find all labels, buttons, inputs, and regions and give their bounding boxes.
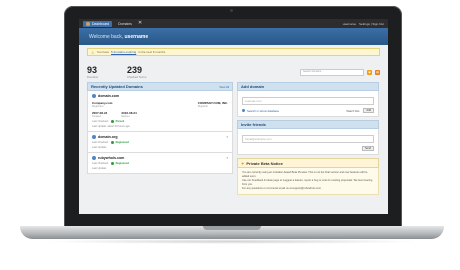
domain-name[interactable]: rubywhois.com bbox=[98, 156, 124, 160]
add-domain-title: Add domain bbox=[237, 82, 379, 91]
nav-dashboard[interactable]: Dashboard bbox=[83, 20, 113, 27]
domain-name[interactable]: domain.com bbox=[98, 94, 119, 98]
top-nav: Dashboard Domains ✕ username Settings | … bbox=[79, 19, 388, 28]
invite-form: friend@example.com Send bbox=[237, 129, 379, 155]
chevron-down-icon[interactable]: ▾ bbox=[226, 156, 228, 160]
user-icon bbox=[86, 21, 90, 26]
view-all-link[interactable]: View All bbox=[219, 85, 229, 89]
status-badge: Registered bbox=[115, 162, 129, 165]
search-input[interactable]: Search domains... bbox=[300, 69, 364, 76]
welcome-header: Welcome back, username bbox=[79, 28, 388, 45]
settings-signout-links[interactable]: Settings | Sign Out bbox=[359, 22, 384, 26]
status-icon bbox=[110, 120, 114, 123]
domain-card: domain.org ▾ Last Checked: Registered La… bbox=[87, 132, 233, 153]
app-screen: Dashboard Domains ✕ username Settings | … bbox=[79, 19, 388, 214]
beta-notice-header: ✦ Private Beta Notice bbox=[237, 158, 379, 168]
account-links: username Settings | Sign Out bbox=[343, 22, 384, 26]
laptop-shadow bbox=[40, 239, 424, 244]
globe-icon bbox=[92, 94, 96, 98]
warning-icon: ⚠ bbox=[91, 49, 95, 55]
nav-domains[interactable]: Domains bbox=[118, 22, 132, 26]
domain-card: domain.com Company.com Registrant COMPANY… bbox=[87, 91, 233, 132]
watch-checkbox[interactable]: Watch this bbox=[346, 109, 359, 113]
export-icon[interactable]: ▤ bbox=[375, 70, 380, 75]
add-button[interactable]: Add bbox=[363, 108, 374, 113]
status-badge: Parsed bbox=[115, 120, 125, 123]
domain-input[interactable]: example.com bbox=[242, 97, 374, 105]
status-icon bbox=[110, 141, 114, 144]
recent-domains-panel: Recently Updated Domains View All domain… bbox=[87, 82, 233, 195]
rss-icon[interactable]: ◉ bbox=[367, 70, 372, 75]
globe-icon bbox=[92, 156, 96, 160]
send-button[interactable]: Send bbox=[361, 146, 374, 151]
beta-notice: You are currently using an invitation-ba… bbox=[237, 168, 379, 195]
search-icon bbox=[242, 109, 245, 112]
domain-name[interactable]: domain.org bbox=[98, 135, 118, 139]
laptop-notch bbox=[203, 226, 261, 230]
add-domain-form: example.com Search in whois database Wat… bbox=[237, 91, 379, 117]
stat-checked: 239 Checked Terms bbox=[127, 65, 147, 80]
stat-domains: 93 Domains bbox=[87, 65, 99, 80]
expiring-domains-link[interactable]: 5 domains expiring bbox=[111, 50, 136, 54]
search-whois-link[interactable]: Search in whois database bbox=[247, 109, 279, 113]
status-icon bbox=[110, 162, 114, 165]
stats-row: 93 Domains 239 Checked Terms Search doma… bbox=[87, 59, 380, 79]
sidebar: Add domain example.com Search in whois d… bbox=[237, 82, 379, 195]
email-field[interactable]: friend@example.com bbox=[242, 135, 374, 143]
globe-icon bbox=[92, 135, 96, 139]
tools-icon[interactable]: ✕ bbox=[138, 21, 142, 26]
username-link[interactable]: username bbox=[343, 22, 356, 26]
expiry-alert: ⚠ You have 5 domains expiring in the nex… bbox=[87, 48, 380, 56]
status-badge: Registered bbox=[115, 141, 129, 144]
panel-title: Recently Updated Domains bbox=[91, 84, 143, 89]
welcome-username: username bbox=[124, 33, 149, 40]
invite-title: Invite friends bbox=[237, 120, 379, 129]
chevron-down-icon[interactable]: ▾ bbox=[226, 135, 228, 139]
domain-card: rubywhois.com ▾ Last Checked: Registered… bbox=[87, 153, 233, 174]
camera-icon bbox=[230, 9, 233, 12]
info-icon: ✦ bbox=[241, 160, 245, 166]
